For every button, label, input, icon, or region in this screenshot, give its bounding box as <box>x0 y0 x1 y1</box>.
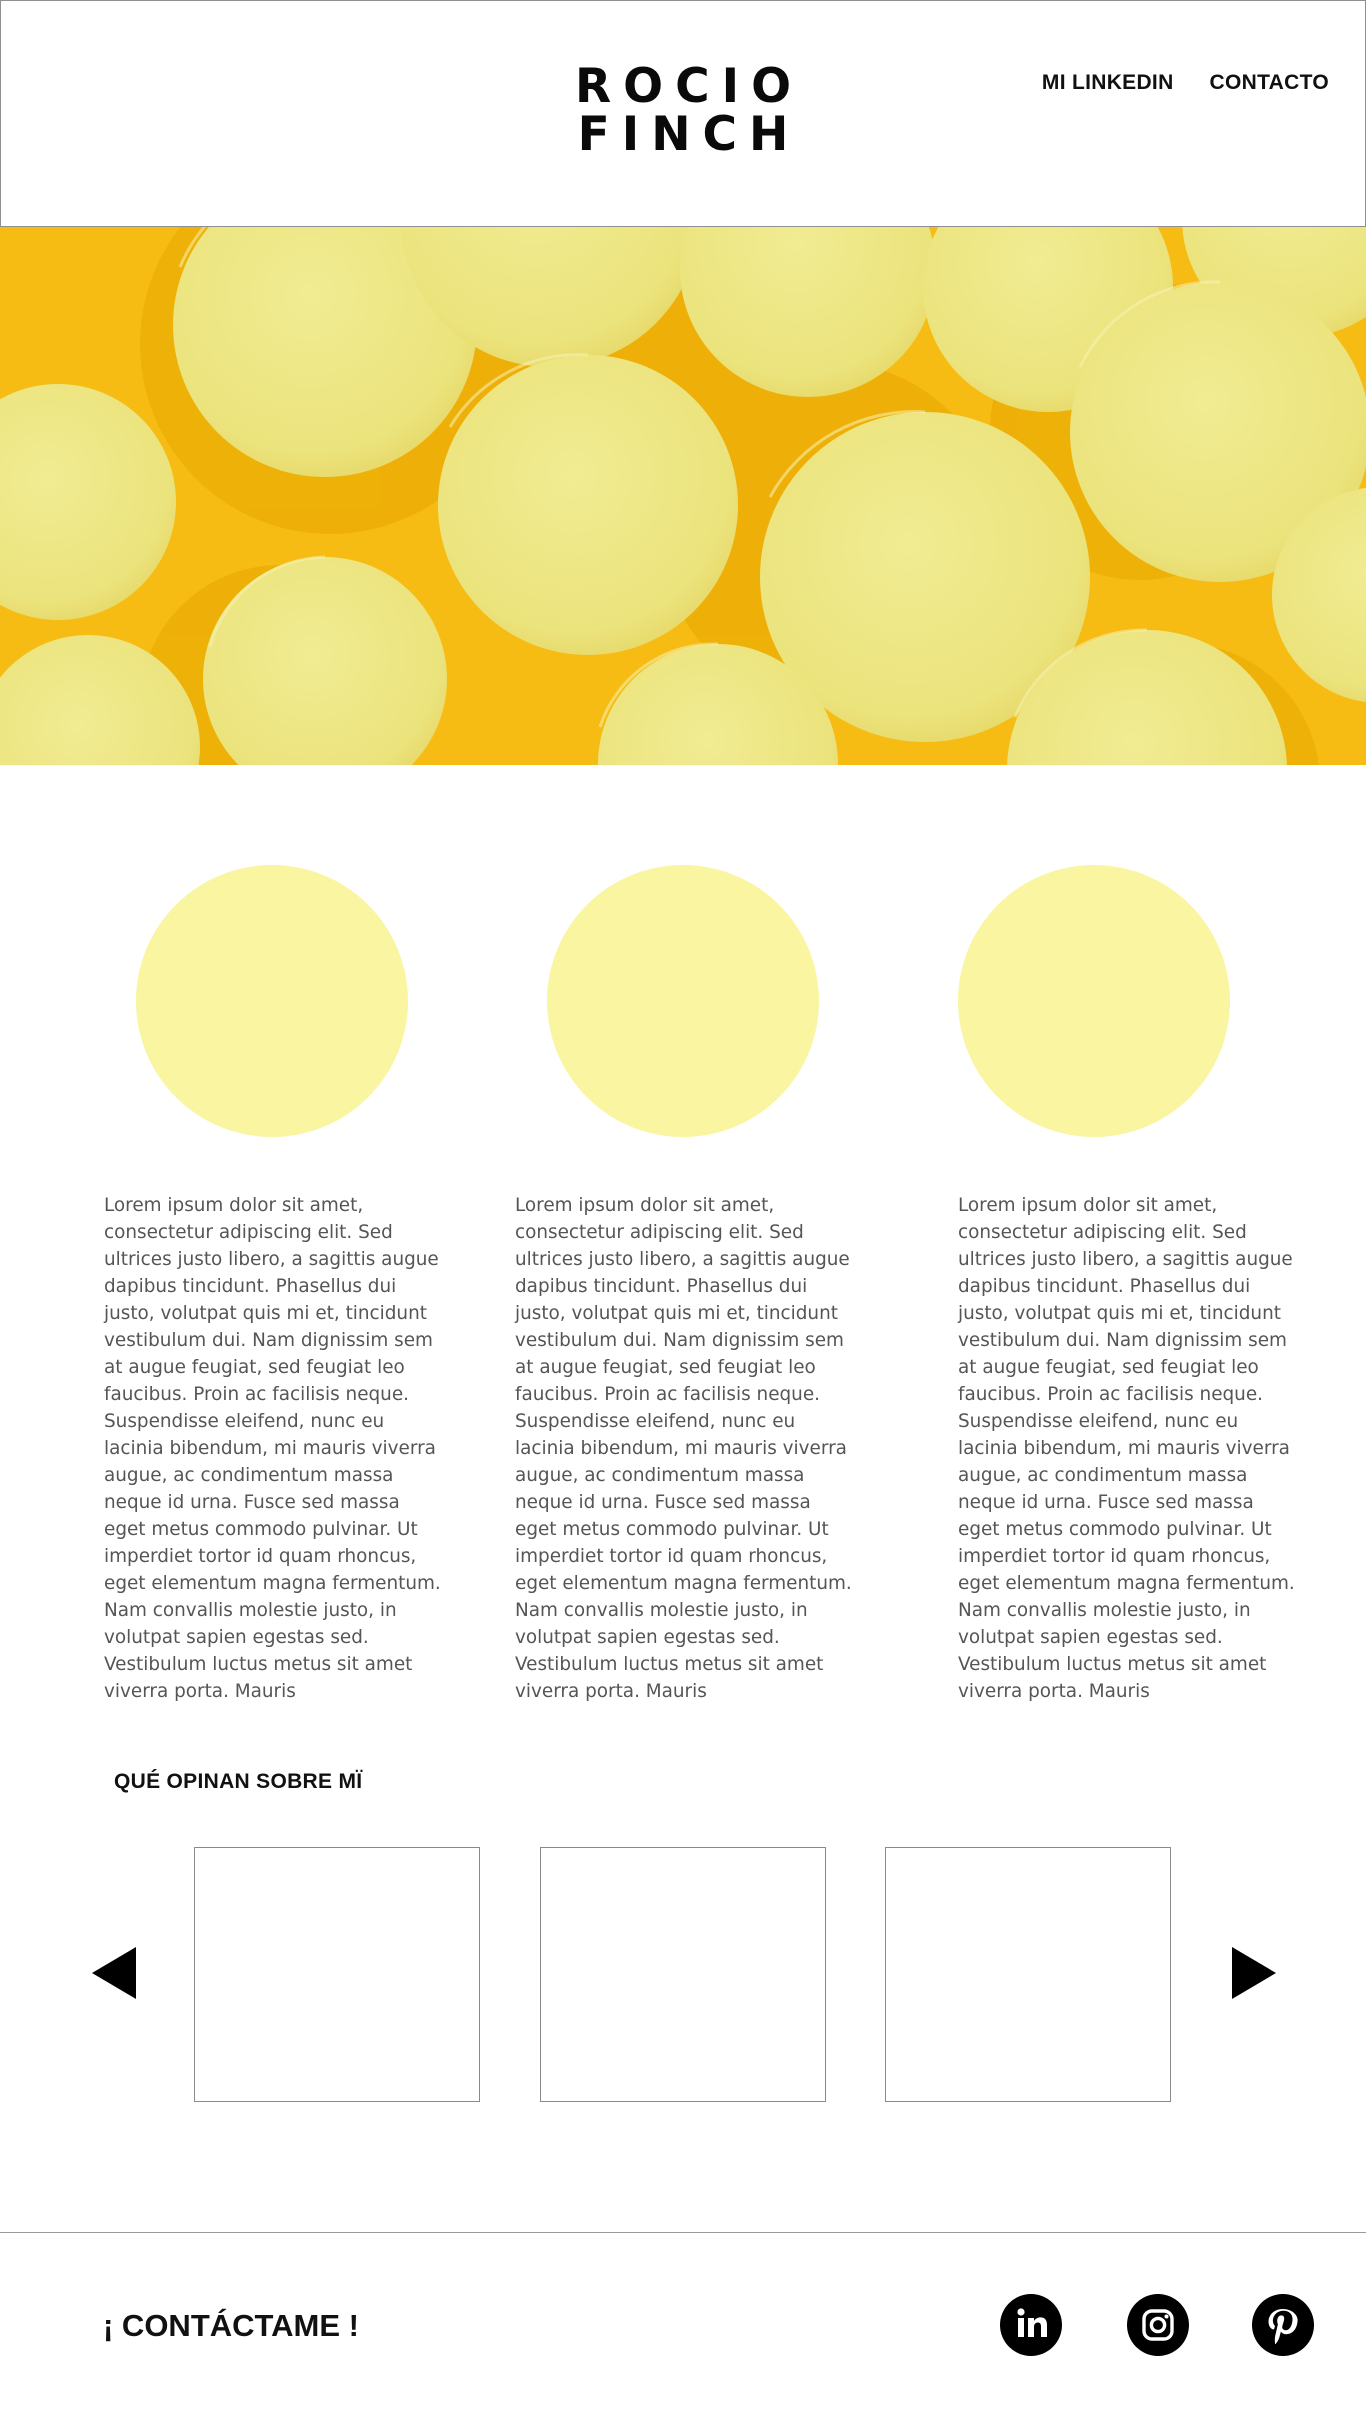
nav-link-contacto[interactable]: CONTACTO <box>1210 71 1329 95</box>
testimonial-card-2[interactable] <box>540 1847 826 2102</box>
feature-text-1: Lorem ipsum dolor sit amet, consectetur … <box>104 1195 441 1702</box>
main-nav: MI LINKEDIN CONTACTO <box>1042 71 1329 95</box>
contact-cta: ¡ CONTÁCTAME ! <box>103 2308 359 2343</box>
feature-circle-3 <box>958 865 1230 1137</box>
testimonials-title: QUÉ OPINAN SOBRE MÏ <box>114 1770 363 1793</box>
nav-link-linkedin[interactable]: MI LINKEDIN <box>1042 71 1174 95</box>
triangle-left-icon <box>92 1947 136 1999</box>
feature-circle-2 <box>547 865 819 1137</box>
instagram-icon <box>1142 2309 1174 2341</box>
pinterest-button[interactable] <box>1252 2294 1314 2356</box>
site-header: ROCIO FINCH MI LINKEDIN CONTACTO <box>0 0 1366 227</box>
instagram-button[interactable] <box>1127 2294 1189 2356</box>
feature-text-2: Lorem ipsum dolor sit amet, consectetur … <box>515 1195 852 1702</box>
carousel-prev-button[interactable] <box>90 1945 140 2001</box>
yellow-discs-photo <box>0 227 1366 765</box>
testimonial-card-1[interactable] <box>194 1847 480 2102</box>
feature-text-3: Lorem ipsum dolor sit amet, consectetur … <box>958 1195 1295 1702</box>
pinterest-icon <box>1268 2309 1298 2345</box>
testimonial-card-3[interactable] <box>885 1847 1171 2102</box>
footer-divider <box>0 2232 1366 2233</box>
triangle-right-icon <box>1232 1947 1276 1999</box>
carousel-next-button[interactable] <box>1228 1945 1278 2001</box>
linkedin-icon <box>1017 2308 1047 2337</box>
logo-line-2: FINCH <box>577 107 801 162</box>
hero-image <box>0 227 1366 765</box>
feature-circle-1 <box>136 865 408 1137</box>
linkedin-button[interactable] <box>1000 2294 1062 2356</box>
